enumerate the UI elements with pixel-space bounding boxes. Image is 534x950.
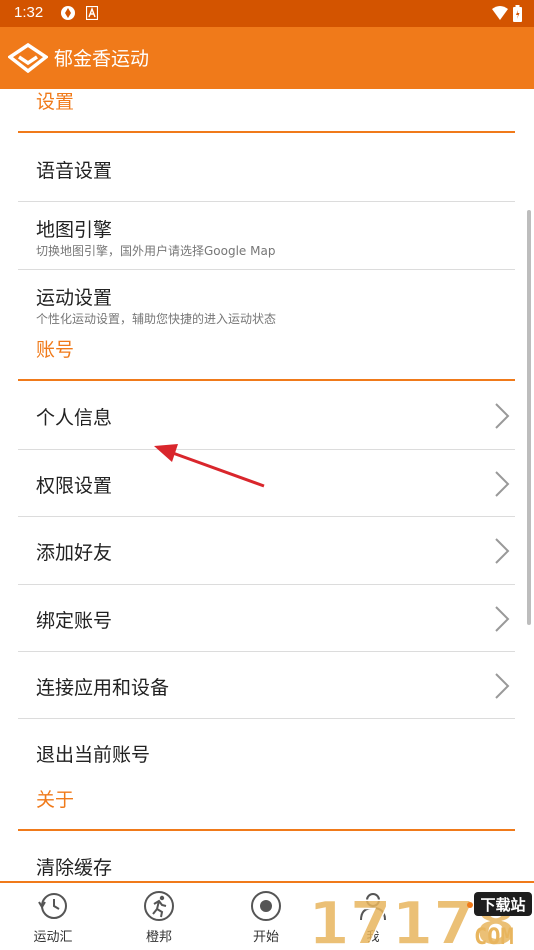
item-divider [18, 584, 515, 585]
section-divider [18, 829, 515, 831]
tab-label: 开始 [252, 930, 279, 945]
tab-start[interactable]: 开始 [226, 883, 306, 950]
start-circle-icon [251, 891, 281, 921]
chevron-right-icon [495, 673, 510, 699]
section-divider [18, 131, 515, 133]
about-item-label: 清除缓存 [36, 857, 113, 879]
account-item-label: 个人信息 [36, 407, 113, 429]
notification-a-icon [86, 6, 98, 20]
item-divider [18, 201, 515, 202]
item-divider [18, 269, 515, 270]
clock-history-icon [38, 893, 67, 919]
chevron-right-icon [495, 538, 510, 564]
chevron-right-icon [495, 403, 510, 429]
account-item-label: 绑定账号 [36, 610, 113, 632]
app-title: 郁金香运动 [54, 48, 150, 70]
annotation-arrow-icon [154, 444, 265, 488]
tab-orange-club[interactable]: 橙邦 [119, 883, 199, 950]
account-item-label: 添加好友 [36, 542, 113, 564]
item-divider [18, 718, 515, 719]
watermark-suffix: COM [474, 925, 514, 950]
battery-icon [513, 5, 522, 22]
account-item-label: 退出当前账号 [36, 744, 151, 766]
settings-item-label: 运动设置 [36, 287, 113, 309]
settings-item-label: 地图引擎 [36, 219, 113, 241]
tab-label: 橙邦 [145, 930, 172, 945]
wifi-icon [492, 6, 508, 20]
item-divider [18, 516, 515, 517]
settings-item-label: 语音设置 [36, 160, 113, 182]
section-title-account: 账号 [36, 339, 75, 361]
account-item-label: 权限设置 [36, 475, 113, 497]
tulip-logo-icon [8, 43, 48, 73]
section-title-settings: 设置 [36, 91, 75, 113]
watermark-badge: 下载站 [480, 896, 525, 914]
section-title-about: 关于 [36, 789, 75, 811]
status-time: 1:32 [14, 4, 44, 21]
tab-label: 运动汇 [33, 930, 73, 945]
settings-item-subtitle: 切换地图引擎，国外用户请选择Google Map [36, 244, 276, 258]
item-divider [18, 651, 515, 652]
account-item-label: 连接应用和设备 [36, 677, 170, 699]
tab-sport-hub[interactable]: 运动汇 [13, 883, 93, 950]
section-divider [18, 379, 515, 381]
watermark-logo: 17178 下载站 COM [308, 888, 532, 950]
scrollbar[interactable] [527, 210, 531, 625]
chevron-right-icon [495, 606, 510, 632]
settings-item-subtitle: 个性化运动设置，辅助您快捷的进入运动状态 [36, 312, 277, 326]
sync-icon [61, 6, 75, 20]
app-bar: 郁金香运动 [0, 27, 534, 89]
chevron-right-icon [495, 471, 510, 497]
runner-icon [144, 891, 174, 921]
status-bar: 1:32 [0, 0, 534, 27]
